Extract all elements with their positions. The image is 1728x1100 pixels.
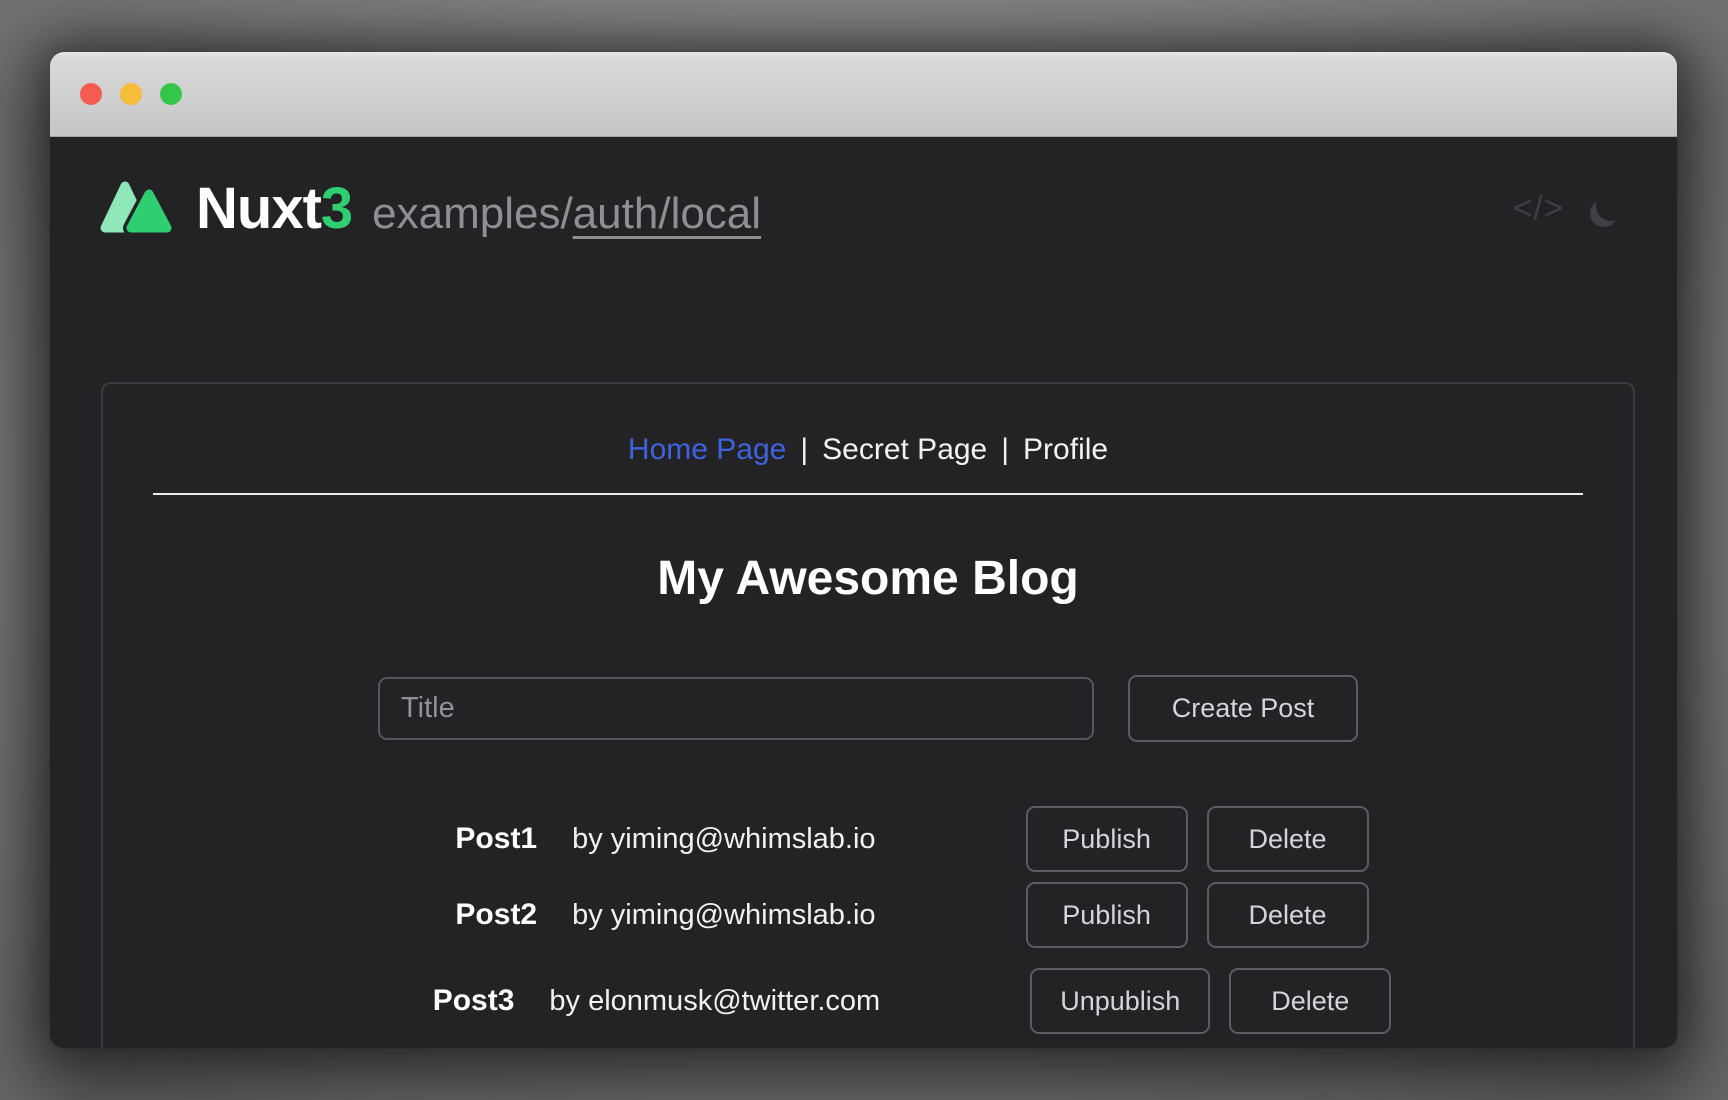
brand-name: Nuxt (196, 175, 321, 242)
brand-version: 3 (321, 175, 352, 242)
publish-button[interactable]: Publish (1026, 806, 1188, 872)
create-post-form: Create Post (378, 675, 1358, 742)
page-title: My Awesome Blog (657, 553, 1078, 605)
traffic-light-minimize[interactable] (120, 83, 142, 105)
screenshot-stage: Nuxt3 examples/auth/local </> Home Page |… (0, 0, 1728, 1100)
brand-line: Nuxt3 examples/auth/local (196, 175, 761, 242)
app-header: Nuxt3 examples/auth/local </> (50, 175, 1677, 241)
source-code-icon[interactable]: </> (1513, 189, 1564, 227)
post-title: Post3 (433, 984, 515, 1018)
publish-button[interactable]: Publish (1026, 882, 1188, 948)
post-actions: Publish Delete (1026, 882, 1369, 948)
post-title: Post1 (455, 822, 537, 856)
traffic-light-close[interactable] (80, 83, 102, 105)
nav-divider (153, 493, 1583, 495)
page-nav: Home Page | Secret Page | Profile (628, 430, 1108, 470)
header-icons: </> (1513, 189, 1628, 227)
delete-button[interactable]: Delete (1207, 882, 1369, 948)
nuxt-logo-icon (99, 178, 179, 238)
create-post-button[interactable]: Create Post (1128, 675, 1358, 742)
post-title: Post2 (455, 898, 537, 932)
traffic-lights (80, 83, 182, 105)
breadcrumb-link[interactable]: auth/local (573, 189, 761, 238)
delete-button[interactable]: Delete (1207, 806, 1369, 872)
post-row: Post2 by yiming@whimslab.io Publish Delete (147, 882, 1677, 948)
post-author: by yiming@whimslab.io (572, 899, 875, 932)
app-body: Nuxt3 examples/auth/local </> Home Page |… (50, 175, 1677, 1048)
post-row: Post3 by elonmusk@twitter.com Unpublish Del… (147, 968, 1677, 1034)
nav-link-secret-page[interactable]: Secret Page (822, 433, 987, 466)
nav-link-profile[interactable]: Profile (1023, 433, 1108, 466)
nav-separator: | (800, 433, 808, 466)
nav-separator: | (1001, 433, 1009, 466)
post-actions: Publish Delete (1026, 806, 1369, 872)
breadcrumb: examples/auth/local (372, 189, 761, 239)
post-list: Post1by yiming@whimslab.ioPublishDeleteP… (147, 806, 1677, 1034)
moon-icon[interactable] (1594, 191, 1628, 225)
unpublish-button[interactable]: Unpublish (1030, 968, 1210, 1034)
post-row: Post1 by yiming@whimslab.io Publish Delete (147, 806, 1677, 872)
delete-button[interactable]: Delete (1229, 968, 1391, 1034)
app-window: Nuxt3 examples/auth/local </> Home Page |… (50, 52, 1677, 1048)
nav-link-home-page[interactable]: Home Page (628, 433, 786, 466)
post-actions: Unpublish Delete (1030, 968, 1391, 1034)
window-titlebar[interactable] (50, 52, 1677, 137)
main-panel: Home Page | Secret Page | Profile My Awesome… (101, 382, 1635, 1048)
post-author: by elonmusk@twitter.com (549, 985, 880, 1018)
post-author: by yiming@whimslab.io (572, 823, 875, 856)
breadcrumb-prefix: examples/ (372, 189, 573, 238)
traffic-light-zoom[interactable] (160, 83, 182, 105)
title-input[interactable] (378, 677, 1094, 740)
